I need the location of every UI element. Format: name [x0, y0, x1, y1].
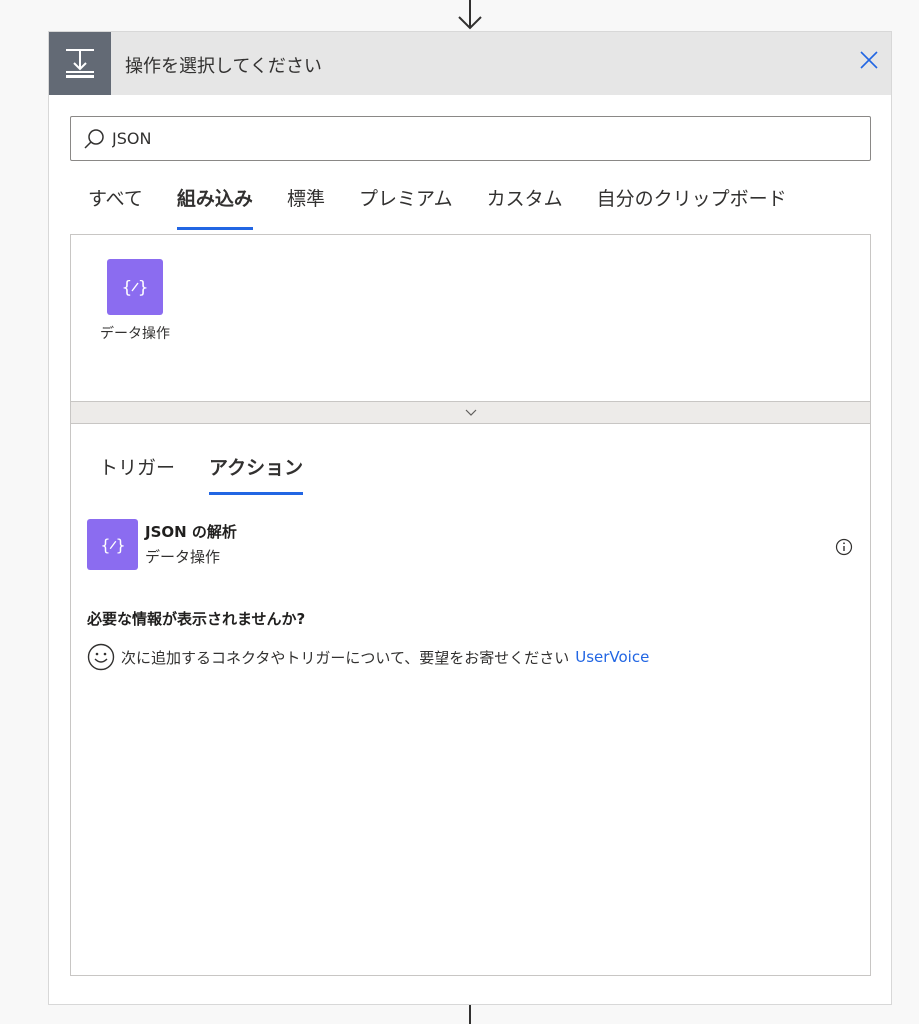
choose-operation-card: 操作を選択してください すべて 組み込み 標準 プレミアム カスタム 自分のクリ… [48, 31, 892, 1005]
connector-data-operation[interactable]: { } データ操作 [95, 259, 175, 343]
tab-triggers[interactable]: トリガー [99, 440, 175, 495]
tab-my-clipboard[interactable]: 自分のクリップボード [597, 172, 787, 230]
tab-standard[interactable]: 標準 [287, 172, 325, 230]
info-icon[interactable] [835, 538, 853, 556]
category-tabs: すべて 組み込み 標準 プレミアム カスタム 自分のクリップボード [70, 172, 821, 230]
action-title: JSON の解析 [145, 523, 237, 541]
search-icon [84, 129, 104, 149]
data-operation-icon: { } [107, 259, 163, 315]
card-header: 操作を選択してください [49, 32, 891, 95]
flow-arrow-icon [458, 0, 482, 30]
action-type-tabs: トリガー アクション [99, 440, 337, 495]
tab-actions[interactable]: アクション [209, 440, 304, 495]
connector-label: データ操作 [100, 326, 170, 342]
chevron-down-icon [465, 409, 476, 416]
tab-custom[interactable]: カスタム [487, 172, 563, 230]
connector-list: { } データ操作 [71, 235, 870, 401]
smile-icon [87, 643, 115, 671]
collapse-toggle[interactable] [71, 401, 870, 424]
help-heading: 必要な情報が表示されませんか? [87, 610, 306, 628]
results-panel: { } データ操作 トリガー アクション { } JSON の解析 データ操作 … [70, 234, 871, 976]
close-button[interactable] [857, 48, 881, 72]
search-box[interactable] [70, 116, 871, 161]
uservoice-link[interactable]: UserVoice [575, 648, 649, 666]
tab-premium[interactable]: プレミアム [359, 172, 453, 230]
tab-built-in[interactable]: 組み込み [176, 172, 253, 230]
data-operation-icon: { } [87, 519, 138, 570]
tab-all[interactable]: すべて [88, 172, 143, 230]
feedback-text: 次に追加するコネクタやトリガーについて、要望をお寄せください [121, 648, 570, 667]
action-parse-json[interactable]: { } JSON の解析 データ操作 [87, 518, 857, 570]
dialog-title: 操作を選択してください [125, 56, 322, 77]
flow-connector-line [469, 1005, 471, 1024]
action-subtitle: データ操作 [145, 548, 221, 566]
search-input[interactable] [112, 121, 852, 156]
close-icon [860, 51, 878, 69]
operation-icon [49, 32, 111, 95]
feedback-row: 次に追加するコネクタやトリガーについて、要望をお寄せください UserVoice [87, 643, 649, 671]
